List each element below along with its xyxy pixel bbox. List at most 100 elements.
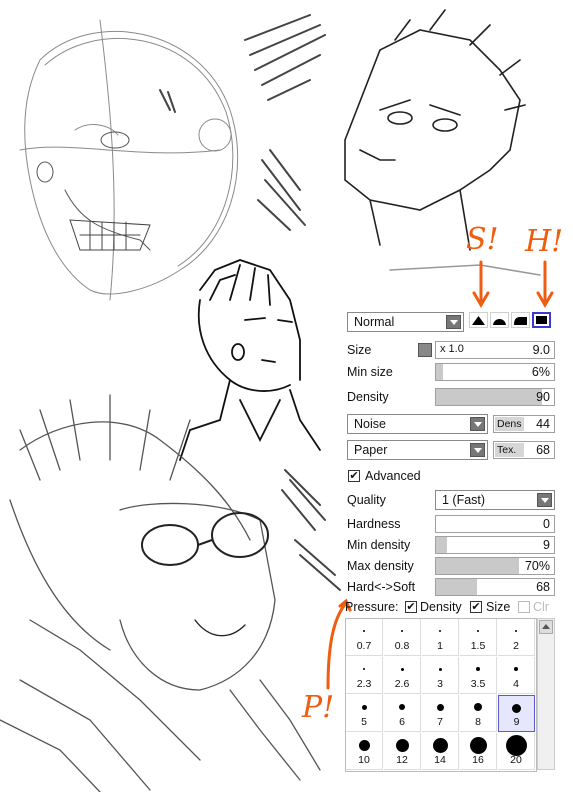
chevron-down-icon[interactable]	[537, 493, 552, 507]
pressure-size-checkbox[interactable]: ✔	[470, 601, 482, 613]
brush-size-label: 8	[475, 716, 481, 728]
brush-dot-icon	[400, 667, 404, 671]
brush-size-cell[interactable]: 2.3	[346, 657, 383, 694]
texture-paper-strength-value: 68	[536, 443, 550, 457]
hardness-label: Hardness	[347, 517, 401, 531]
size-menu-button[interactable]	[418, 343, 432, 357]
max-density-fill	[436, 558, 519, 574]
size-label: Size	[347, 343, 372, 357]
brush-size-cell[interactable]: 9	[498, 695, 535, 732]
quality-select[interactable]: 1 (Fast)	[435, 490, 555, 510]
advanced-row: ✔ Advanced	[343, 466, 561, 486]
hardness-row: Hardness 0	[343, 514, 561, 534]
brush-settings-panel: Normal Size x 1.0 9.0 Min size 6% Densit…	[343, 308, 561, 778]
brush-size-grid: 0.7 0.8 1 1.5 2 2.3 2.6 3 3.5 4 5 6 7 8 9 10 12 14 16 20	[345, 618, 537, 772]
brush-size-cell[interactable]: 2	[498, 619, 535, 656]
brush-size-label: 20	[510, 754, 522, 766]
brush-size-cell[interactable]: 7	[422, 695, 459, 732]
brush-size-label: 3.5	[470, 678, 486, 690]
brush-size-label: 2.6	[394, 678, 410, 690]
brush-dot-icon	[515, 630, 517, 632]
max-density-slider[interactable]: 70%	[435, 557, 555, 575]
tip-shape-hard[interactable]	[532, 312, 551, 328]
brush-size-cell[interactable]: 1	[422, 619, 459, 656]
brush-size-cell[interactable]: 0.8	[384, 619, 421, 656]
brush-dot-icon	[358, 739, 370, 751]
advanced-checkbox[interactable]: ✔	[348, 470, 360, 482]
texture-noise-value: Noise	[354, 417, 386, 431]
min-density-row: Min density 9	[343, 535, 561, 555]
min-size-label: Min size	[347, 365, 393, 379]
tip-shape-soft[interactable]	[469, 312, 488, 328]
hard-soft-slider[interactable]: 68	[435, 578, 555, 596]
brush-size-cell[interactable]: 20	[498, 733, 535, 770]
chevron-down-icon[interactable]	[470, 443, 485, 457]
pressure-clr-checkbox[interactable]	[518, 601, 530, 613]
density-slider[interactable]: 90	[435, 388, 555, 406]
brush-size-cell[interactable]: 14	[422, 733, 459, 770]
quality-value: 1 (Fast)	[442, 493, 486, 507]
scroll-up-icon[interactable]	[539, 620, 553, 634]
size-slider[interactable]: x 1.0 9.0	[435, 341, 555, 359]
texture-noise-strength[interactable]: Dens 44	[493, 415, 555, 433]
brush-size-cell[interactable]: 5	[346, 695, 383, 732]
min-density-slider[interactable]: 9	[435, 536, 555, 554]
brush-size-cell[interactable]: 8	[460, 695, 497, 732]
texture-paper-strength[interactable]: Tex. 68	[493, 441, 555, 459]
brush-size-label: 14	[434, 754, 446, 766]
brush-size-cell[interactable]: 0.7	[346, 619, 383, 656]
texture-paper-select[interactable]: Paper	[347, 440, 488, 460]
brush-size-label: 2.3	[356, 678, 372, 690]
min-size-value: 6%	[531, 365, 550, 379]
density-label: Density	[347, 390, 389, 404]
hard-soft-label: Hard<->Soft	[347, 580, 416, 594]
size-row: Size x 1.0 9.0	[343, 340, 561, 360]
brush-dot-icon	[395, 738, 409, 752]
advanced-label: Advanced	[365, 469, 421, 483]
brush-size-label: 2	[513, 640, 519, 652]
pressure-density-checkbox[interactable]: ✔	[405, 601, 417, 613]
tip-shape-firm[interactable]	[511, 312, 530, 328]
brush-size-cell[interactable]: 3	[422, 657, 459, 694]
brush-size-cell[interactable]: 10	[346, 733, 383, 770]
brush-dot-icon	[363, 668, 365, 670]
brush-dot-icon	[438, 667, 442, 671]
hard-soft-row: Hard<->Soft 68	[343, 577, 561, 597]
min-size-slider[interactable]: 6%	[435, 363, 555, 381]
brush-size-cell[interactable]: 4	[498, 657, 535, 694]
size-value: 9.0	[532, 343, 550, 357]
min-density-value: 9	[543, 538, 550, 552]
brush-size-label: 0.8	[394, 640, 410, 652]
brush-size-label: 3	[437, 678, 443, 690]
brush-dot-icon	[399, 704, 405, 710]
brush-dot-icon	[363, 630, 365, 632]
brush-size-cell[interactable]: 6	[384, 695, 421, 732]
brush-dot-icon	[474, 703, 482, 711]
brush-size-cell[interactable]: 16	[460, 733, 497, 770]
brush-size-scrollbar[interactable]	[537, 618, 555, 770]
brush-dot-icon	[514, 667, 518, 671]
min-size-fill	[436, 364, 444, 380]
chevron-down-icon[interactable]	[470, 417, 485, 431]
tip-shape-medium[interactable]	[490, 312, 509, 328]
max-density-value: 70%	[524, 559, 550, 573]
brush-size-cell[interactable]: 2.6	[384, 657, 421, 694]
blend-mode-select[interactable]: Normal	[347, 312, 464, 332]
max-density-row: Max density 70%	[343, 556, 561, 576]
hardness-value: 0	[543, 517, 550, 531]
brush-size-cell[interactable]: 1.5	[460, 619, 497, 656]
pressure-label: Pressure:	[345, 600, 399, 614]
brush-dot-icon	[401, 630, 403, 632]
texture-noise-tag: Dens	[495, 417, 524, 431]
hardness-slider[interactable]: 0	[435, 515, 555, 533]
texture-noise-strength-value: 44	[536, 417, 550, 431]
chevron-down-icon[interactable]	[446, 315, 461, 329]
brush-dot-icon	[477, 630, 479, 632]
brush-size-label: 12	[396, 754, 408, 766]
texture-paper-value: Paper	[354, 443, 388, 457]
brush-size-cell[interactable]: 12	[384, 733, 421, 770]
texture-noise-select[interactable]: Noise	[347, 414, 488, 434]
brush-size-cell[interactable]: 3.5	[460, 657, 497, 694]
brush-size-label: 0.7	[356, 640, 372, 652]
brush-size-label: 9	[513, 716, 520, 728]
